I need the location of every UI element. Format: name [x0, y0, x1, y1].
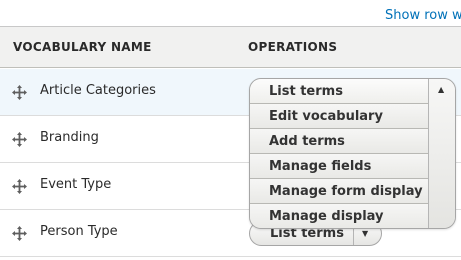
dropdown-item-manage-fields[interactable]: Manage fields — [250, 154, 428, 179]
dropdown-item-manage-display[interactable]: Manage display — [250, 204, 428, 228]
drag-handle-icon[interactable] — [11, 225, 28, 242]
drag-handle-icon[interactable] — [11, 178, 28, 195]
drag-handle-icon[interactable] — [11, 84, 28, 101]
show-row-weights-link[interactable]: Show row we — [385, 8, 461, 23]
column-header-operations: OPERATIONS — [248, 40, 338, 54]
dropdown-toggle[interactable]: ▲ — [428, 79, 455, 228]
vocabulary-name: Person Type — [40, 224, 118, 239]
table-header: VOCABULARY NAME OPERATIONS — [0, 27, 461, 68]
dropdown-item-list-terms[interactable]: List terms — [250, 79, 428, 104]
dropdown-item-edit-vocabulary[interactable]: Edit vocabulary — [250, 104, 428, 129]
dropdown-item-add-terms[interactable]: Add terms — [250, 129, 428, 154]
vocabulary-name: Event Type — [40, 177, 112, 192]
vocabulary-name: Branding — [40, 130, 99, 145]
column-header-vocabulary-name: VOCABULARY NAME — [13, 40, 152, 54]
drag-handle-icon[interactable] — [11, 131, 28, 148]
caret-down-icon[interactable]: ▼ — [362, 229, 368, 238]
operations-dropdown-open[interactable]: List terms Edit vocabulary Add terms Man… — [249, 78, 456, 229]
caret-up-icon[interactable]: ▲ — [438, 85, 444, 94]
dropdown-item-manage-form-display[interactable]: Manage form display — [250, 179, 428, 204]
vocabulary-name: Article Categories — [40, 83, 156, 98]
